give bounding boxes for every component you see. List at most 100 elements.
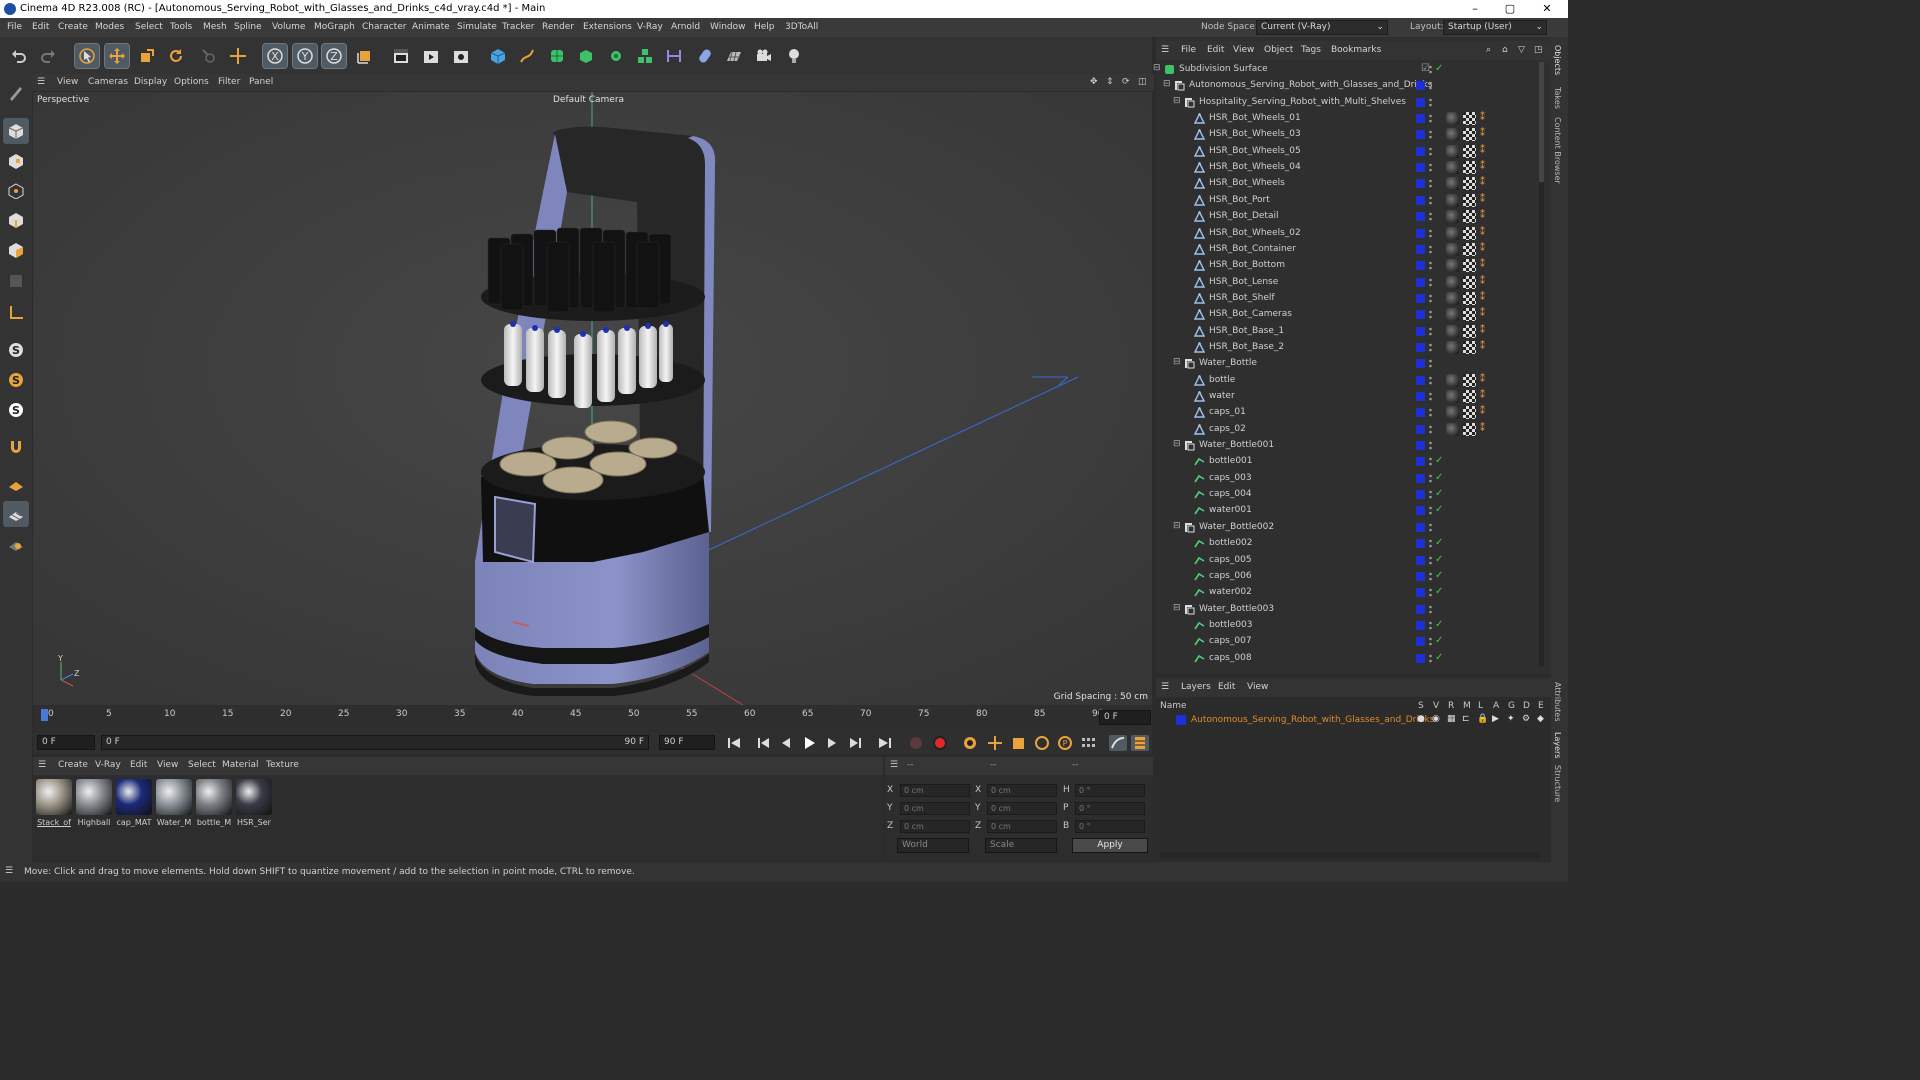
layer-color-icon[interactable] — [1416, 653, 1425, 663]
texture-mode-button[interactable] — [3, 148, 29, 174]
minimize-button[interactable]: – — [1458, 0, 1492, 18]
visibility-dots-icon[interactable] — [1429, 80, 1432, 91]
viewport-menu-filter[interactable]: Filter — [218, 77, 240, 87]
render-icon[interactable]: ▦ — [1447, 714, 1456, 724]
visibility-dots-icon[interactable] — [1429, 653, 1432, 664]
axis-mode-button[interactable] — [3, 300, 29, 326]
object-row[interactable]: caps_004 ✓ — [1158, 487, 1535, 503]
object-row[interactable]: caps_006 ✓ — [1158, 569, 1535, 585]
playhead[interactable] — [41, 709, 48, 721]
coord-value-field[interactable]: 0 cm — [987, 820, 1057, 833]
material-menu-material[interactable]: Material — [222, 760, 259, 770]
layer-color-icon[interactable] — [1416, 326, 1425, 336]
node-space-dropdown[interactable]: Current (V-Ray) ⌄ — [1256, 20, 1388, 35]
manager-icon[interactable]: ⊏ — [1462, 714, 1470, 724]
z-axis-button[interactable]: Z — [321, 43, 347, 69]
object-row[interactable]: HSR_Bot_Wheels_04 ⁑ — [1158, 160, 1535, 176]
object-row[interactable]: HSR_Bot_Shelf ⁑ — [1158, 291, 1535, 307]
snap-button-2[interactable]: S — [3, 367, 29, 393]
enabled-check-icon[interactable]: ✓ — [1435, 488, 1443, 499]
object-row[interactable]: HSR_Bot_Wheels_03 ⁑ — [1158, 127, 1535, 143]
viewport-menu-view[interactable]: View — [57, 77, 78, 87]
material-menu-edit[interactable]: Edit — [130, 760, 147, 770]
subdivision-button[interactable] — [545, 44, 569, 68]
expand-toggle-icon[interactable]: ⊟ — [1173, 439, 1181, 449]
phong-tag-icon[interactable]: ⁑ — [1480, 292, 1485, 303]
enabled-check-icon[interactable]: ✓ — [1435, 619, 1443, 630]
coord-value-field[interactable]: 0 cm — [900, 802, 970, 815]
maximize-view-icon[interactable]: ◫ — [1138, 77, 1147, 87]
cloner-button[interactable] — [604, 44, 628, 68]
coord-value-field[interactable]: 0 cm — [900, 820, 970, 833]
hamburger-icon[interactable]: ☰ — [1161, 45, 1169, 55]
layer-color-icon[interactable] — [1416, 539, 1425, 549]
expand-toggle-icon[interactable]: ⊟ — [1173, 357, 1181, 367]
object-scrollbar-thumb[interactable] — [1539, 62, 1544, 182]
object-row[interactable]: water ⁑ — [1158, 389, 1535, 405]
menu-help[interactable]: Help — [754, 22, 775, 32]
material-menu-view[interactable]: View — [157, 760, 178, 770]
layer-color-icon[interactable] — [1416, 555, 1425, 565]
texture-tag-icon[interactable] — [1463, 373, 1476, 387]
object-row[interactable]: caps_008 ✓ — [1158, 651, 1535, 667]
layer-color-icon[interactable] — [1416, 146, 1425, 156]
visibility-dots-icon[interactable] — [1429, 440, 1432, 451]
object-row[interactable]: ⊟ Water_Bottle — [1158, 356, 1535, 372]
layer-color-icon[interactable] — [1416, 490, 1425, 500]
motion-system-button[interactable] — [1109, 735, 1127, 751]
menu-window[interactable]: Window — [710, 22, 746, 32]
object-row[interactable]: caps_003 ✓ — [1158, 471, 1535, 487]
layer-menu-edit[interactable]: Edit — [1218, 682, 1235, 692]
object-row[interactable]: HSR_Bot_Wheels_05 ⁑ — [1158, 144, 1535, 160]
hamburger-icon[interactable]: ☰ — [5, 866, 13, 876]
layer-color-icon[interactable] — [1416, 375, 1425, 385]
object-row[interactable]: HSR_Bot_Base_2 ⁑ — [1158, 340, 1535, 356]
visibility-dots-icon[interactable] — [1429, 309, 1432, 320]
phong-tag-icon[interactable]: ⁑ — [1480, 374, 1485, 385]
visibility-dots-icon[interactable] — [1429, 129, 1432, 140]
visibility-dots-icon[interactable] — [1429, 489, 1432, 500]
object-row[interactable]: bottle003 ✓ — [1158, 618, 1535, 634]
texture-tag-icon[interactable] — [1463, 390, 1476, 403]
material-tag-icon[interactable] — [1446, 291, 1459, 305]
object-row[interactable]: HSR_Bot_Bottom ⁑ — [1158, 258, 1535, 274]
layer-color-icon[interactable] — [1416, 212, 1425, 222]
phong-tag-icon[interactable]: ⁑ — [1480, 145, 1485, 156]
key-pla-button[interactable] — [1079, 735, 1097, 751]
menu-arnold[interactable]: Arnold — [671, 22, 700, 32]
layer-color-icon[interactable] — [1416, 571, 1425, 581]
hamburger-icon[interactable]: ☰ — [37, 77, 45, 87]
material-tag-icon[interactable] — [1446, 144, 1459, 158]
object-row[interactable]: HSR_Bot_Lense ⁑ — [1158, 275, 1535, 291]
object-menu-bookmarks[interactable]: Bookmarks — [1331, 45, 1381, 55]
floor-button[interactable] — [722, 44, 746, 68]
autokey-button[interactable] — [931, 735, 949, 751]
tab-structure[interactable]: Structure — [1553, 765, 1562, 802]
cube-button[interactable] — [486, 44, 510, 68]
layer-color-icon[interactable] — [1416, 277, 1425, 287]
texture-tag-icon[interactable] — [1463, 161, 1476, 175]
phong-tag-icon[interactable]: ⁑ — [1480, 243, 1485, 254]
texture-tag-icon[interactable] — [1463, 128, 1476, 142]
coord-value-field[interactable]: 0 cm — [987, 802, 1057, 815]
object-row[interactable]: ⊟ Hospitality_Serving_Robot_with_Multi_Sh… — [1158, 95, 1535, 111]
key-scale-button[interactable] — [1010, 735, 1028, 751]
coord-value-field[interactable]: 0 cm — [900, 784, 970, 797]
locked-workplane-button[interactable] — [3, 531, 29, 557]
visibility-dots-icon[interactable] — [1429, 277, 1432, 288]
points-mode-button[interactable] — [3, 178, 29, 204]
visibility-dots-icon[interactable] — [1429, 538, 1432, 549]
deformer-icon[interactable]: ⚙ — [1522, 714, 1530, 724]
material-tag-icon[interactable] — [1446, 373, 1459, 387]
material-swatch[interactable]: Highball — [75, 779, 113, 827]
snap-button-3[interactable]: S — [3, 397, 29, 423]
layer-color-icon[interactable] — [1416, 424, 1425, 434]
uv-mode-button[interactable] — [3, 268, 29, 294]
visibility-dots-icon[interactable] — [1429, 293, 1432, 304]
material-swatch[interactable]: HSR_Ser — [235, 779, 273, 827]
menu-file[interactable]: File — [7, 22, 22, 32]
previous-keyframe-button[interactable] — [755, 735, 773, 751]
menu-mograph[interactable]: MoGraph — [314, 22, 355, 32]
material-tag-icon[interactable] — [1446, 308, 1459, 322]
layer-color-icon[interactable] — [1416, 457, 1425, 467]
